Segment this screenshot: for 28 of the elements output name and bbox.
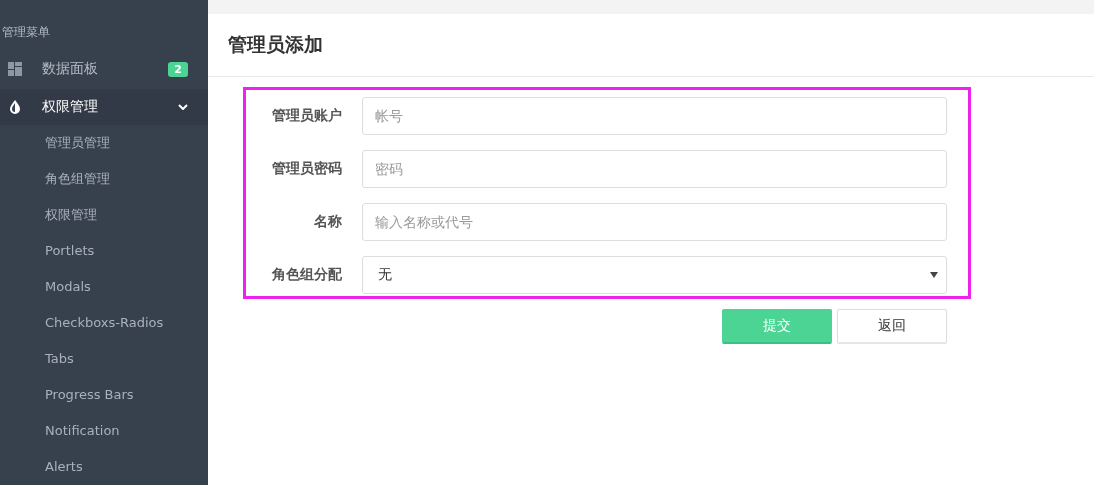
submenu-item[interactable]: Progress Bars	[0, 377, 208, 413]
submenu-item[interactable]: Checkboxs-Radios	[0, 305, 208, 341]
caret-icon	[930, 272, 938, 278]
submenu-item[interactable]: Tabs	[0, 341, 208, 377]
submenu-item[interactable]: Notification	[0, 413, 208, 449]
dashboard-icon	[8, 62, 22, 77]
chevron-down-icon	[178, 104, 188, 110]
input-field[interactable]: 密码	[362, 150, 947, 188]
contrast-icon	[8, 100, 22, 114]
submenu-item[interactable]: 角色组管理	[0, 161, 208, 197]
field-label: 管理员密码	[271, 160, 342, 178]
submenu-item[interactable]: Alerts	[0, 449, 208, 485]
field-label: 角色组分配	[271, 266, 342, 284]
back-button[interactable]: 返回	[837, 309, 947, 344]
submenu-item[interactable]: 权限管理	[0, 197, 208, 233]
input-field[interactable]: 输入名称或代号	[362, 203, 947, 241]
field-label: 名称	[313, 213, 342, 231]
field-label: 管理员账户	[271, 107, 342, 125]
sidebar-item[interactable]: 数据面板 2	[0, 49, 208, 90]
count-badge: 2	[168, 61, 188, 77]
menu-heading: 管理菜单	[1, 24, 51, 41]
input-field[interactable]: 帐号	[362, 97, 947, 135]
submenu-item[interactable]: Modals	[0, 269, 208, 305]
sidebar-item[interactable]: 权限管理	[0, 89, 208, 125]
submenu-item[interactable]: 管理员管理	[0, 125, 208, 161]
role-select[interactable]: 无	[362, 256, 947, 294]
submenu-item[interactable]: Portlets	[0, 233, 208, 269]
page-title: 管理员添加	[228, 32, 323, 57]
